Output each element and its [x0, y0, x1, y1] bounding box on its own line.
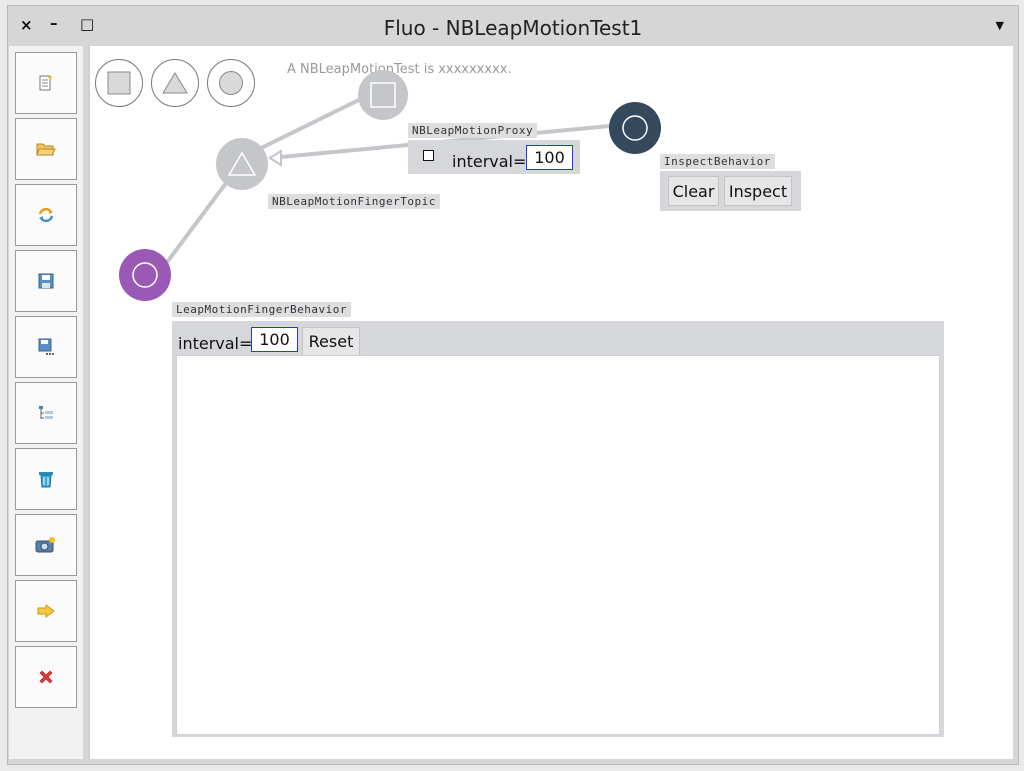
- forward-button[interactable]: [15, 580, 77, 642]
- save-button[interactable]: [15, 250, 77, 312]
- refresh-icon: [38, 207, 54, 223]
- finger-behavior-interval-input[interactable]: 100: [251, 327, 298, 352]
- delete-x-icon: [39, 670, 53, 684]
- window-menu-button[interactable]: ▼: [996, 19, 1004, 32]
- proxy-checkbox[interactable]: [423, 150, 434, 161]
- square-tool[interactable]: [95, 59, 143, 107]
- circle-tool[interactable]: [207, 59, 255, 107]
- camera-icon: [35, 537, 55, 553]
- triangle-node-icon: [227, 151, 257, 176]
- circle-node-icon: [622, 115, 648, 141]
- triangle-tool[interactable]: [151, 59, 199, 107]
- close-button[interactable]: [15, 646, 77, 708]
- new-button[interactable]: [15, 52, 77, 114]
- inspect-behavior-tag: InspectBehavior: [660, 154, 775, 169]
- tree-list-button[interactable]: [15, 382, 77, 444]
- proxy-node[interactable]: [358, 70, 408, 120]
- open-button[interactable]: [15, 118, 77, 180]
- canvas-description: A NBLeapMotionTest is xxxxxxxxx.: [287, 62, 512, 77]
- save-as-button[interactable]: [15, 316, 77, 378]
- arrow-right-icon: [37, 604, 55, 618]
- tree-list-icon: [39, 406, 53, 419]
- clear-button[interactable]: Clear: [668, 176, 719, 206]
- square-shape-icon: [107, 71, 131, 95]
- finger-topic-tag: NBLeapMotionFingerTopic: [268, 194, 440, 209]
- finger-behavior-tag: LeapMotionFingerBehavior: [172, 302, 351, 317]
- save-as-icon: [38, 338, 54, 355]
- title-bar: × – □ Fluo - NBLeapMotionTest1 ▼: [8, 6, 1018, 46]
- finger-topic-node[interactable]: [216, 138, 268, 190]
- new-file-icon: [39, 75, 52, 91]
- trash-button[interactable]: [15, 448, 77, 510]
- trash-icon: [39, 472, 53, 488]
- toolbar: [9, 46, 83, 759]
- square-node-icon: [370, 82, 396, 108]
- circle-node-icon: [132, 262, 158, 288]
- proxy-interval-input[interactable]: 100: [526, 145, 573, 170]
- refresh-button[interactable]: [15, 184, 77, 246]
- window-title: Fluo - NBLeapMotionTest1: [383, 16, 643, 40]
- proxy-tag: NBLeapMotionProxy: [408, 123, 538, 138]
- finger-output-area[interactable]: [176, 355, 940, 735]
- open-folder-icon: [36, 143, 56, 156]
- finger-behavior-interval-label: interval=: [178, 334, 253, 353]
- inspect-button[interactable]: Inspect: [724, 176, 792, 206]
- circle-shape-icon: [219, 71, 243, 95]
- inspect-node[interactable]: [609, 102, 661, 154]
- arrow-head: [268, 149, 282, 167]
- finger-behavior-node[interactable]: [119, 249, 171, 301]
- screenshot-button[interactable]: [15, 514, 77, 576]
- app-window: × – □ Fluo - NBLeapMotionTest1 ▼ A NBLea…: [7, 5, 1019, 765]
- triangle-shape-icon: [162, 72, 188, 94]
- reset-button[interactable]: Reset: [302, 327, 360, 356]
- save-icon: [38, 273, 54, 289]
- canvas-area[interactable]: A NBLeapMotionTest is xxxxxxxxx. NBLeapM…: [88, 46, 1013, 759]
- proxy-interval-label: interval=: [452, 152, 527, 171]
